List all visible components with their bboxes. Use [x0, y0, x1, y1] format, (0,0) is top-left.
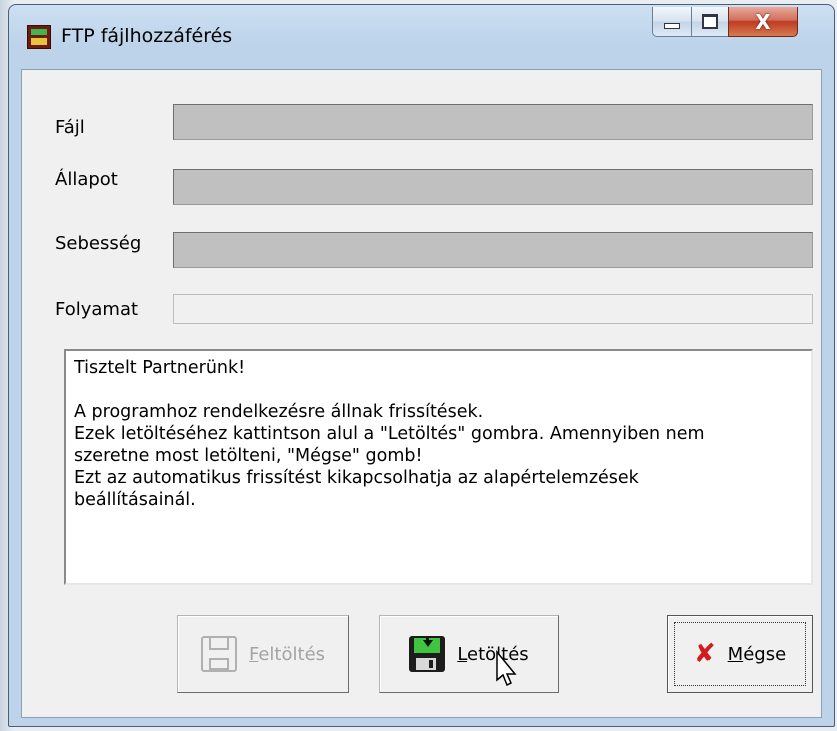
close-icon: X	[755, 9, 771, 34]
download-disk-icon	[409, 636, 446, 672]
speed-field	[173, 232, 813, 268]
x-icon: ✘	[693, 639, 716, 669]
download-button[interactable]: Letöltés	[379, 615, 559, 693]
status-label: Állapot	[55, 169, 118, 190]
floppy-disk-icon	[200, 636, 237, 672]
status-field	[173, 169, 813, 205]
speed-label: Sebesség	[55, 233, 142, 254]
cancel-button-label: Mégse	[727, 643, 787, 665]
download-button-label: Letöltés	[457, 643, 529, 665]
dialog-client-area: Fájl Állapot Sebesség Folyamat Tisztelt …	[21, 69, 822, 718]
file-label: Fájl	[55, 117, 85, 138]
file-field	[173, 104, 813, 140]
ftp-app-icon[interactable]	[27, 25, 51, 49]
update-message-text[interactable]: Tisztelt Partnerünk! A programhoz rendel…	[64, 349, 813, 585]
maximize-button[interactable]	[691, 7, 729, 37]
close-button[interactable]: X	[728, 7, 798, 37]
minimize-button[interactable]	[652, 7, 692, 37]
progress-label: Folyamat	[55, 299, 139, 320]
upload-button-label: Feltöltés	[248, 643, 326, 665]
window-title: FTP fájlhozzáférés	[61, 25, 233, 47]
cancel-button[interactable]: ✘ Mégse	[667, 615, 813, 693]
minimize-icon	[664, 22, 680, 29]
upload-button[interactable]: Feltöltés	[177, 615, 349, 693]
progress-bar	[173, 294, 813, 324]
ftp-dialog-window: FTP fájlhozzáférés X Fájl Állapot Sebess…	[8, 4, 835, 727]
maximize-icon	[702, 14, 718, 29]
